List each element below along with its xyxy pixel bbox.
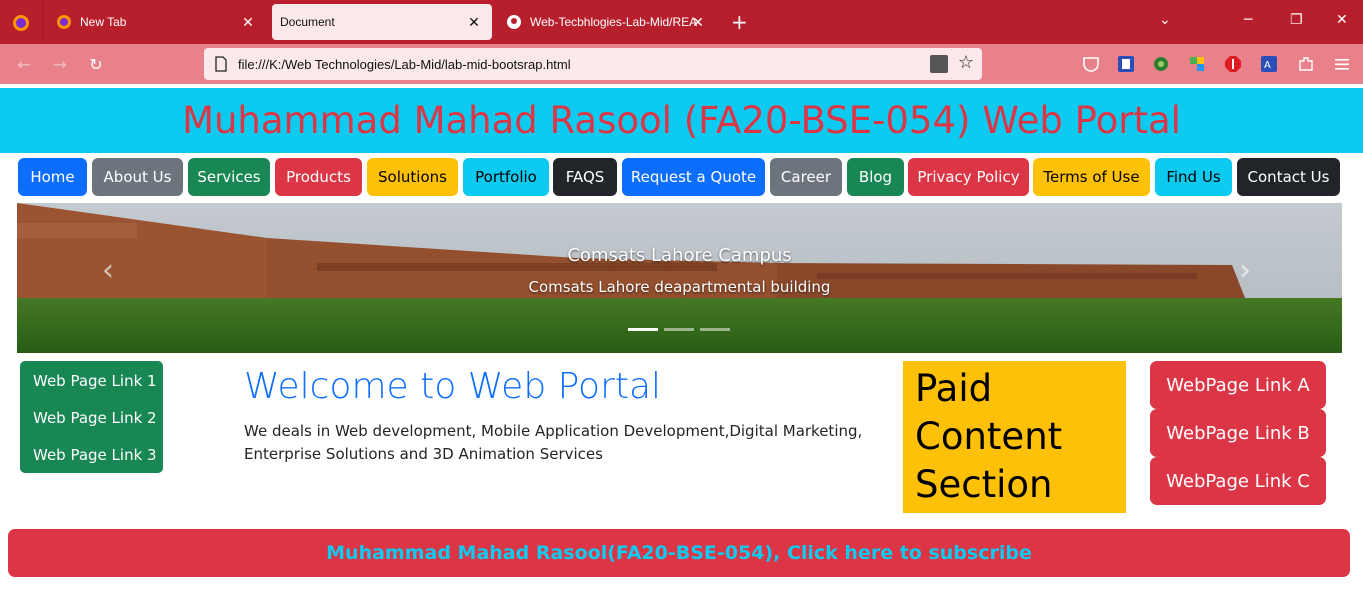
bookmark-star-icon[interactable]: ☆ [958,52,974,73]
close-window-icon[interactable]: ✕ [1336,12,1348,28]
webpage-link-a-button[interactable]: WebPage Link A [1150,361,1326,409]
pocket-icon[interactable] [1082,55,1100,73]
minimize-icon[interactable]: ─ [1244,12,1252,28]
web-page-link-1[interactable]: Web Page Link 1 [33,372,157,390]
back-icon[interactable]: ← [14,54,34,74]
tab-document[interactable]: Document ✕ [272,4,492,40]
page-icon [214,56,228,72]
nav-label: Request a Quote [630,168,757,186]
carousel-indicator[interactable] [700,328,730,331]
tab-title: New Tab [80,15,127,29]
extensions-icon[interactable] [1297,55,1315,73]
web-page-link-2[interactable]: Web Page Link 2 [33,409,157,427]
nav-products-button[interactable]: Products [275,158,362,196]
nav-services-button[interactable]: Services [188,158,270,196]
nav-career-button[interactable]: Career [770,158,842,196]
nav-request-quote-button[interactable]: Request a Quote [622,158,765,196]
side-link-group: Web Page Link 1 Web Page Link 2 Web Page… [20,361,163,473]
nav-home-button[interactable]: Home [18,158,87,196]
nav-terms-button[interactable]: Terms of Use [1033,158,1150,196]
extension-globe-icon[interactable] [1152,55,1170,73]
page-content: Muhammad Mahad Rasool (FA20-BSE-054) Web… [0,88,1363,615]
nav-label: Portfolio [475,168,537,186]
firefox-icon [56,14,72,30]
webpage-link-b-button[interactable]: WebPage Link B [1150,409,1326,457]
menu-icon[interactable] [1333,55,1351,73]
adblock-icon[interactable] [1224,55,1242,73]
translate-icon[interactable] [930,55,948,73]
nav-faqs-button[interactable]: FAQS [553,158,617,196]
nav-privacy-policy-button[interactable]: Privacy Policy [908,158,1029,196]
close-tab-icon[interactable]: ✕ [466,14,482,30]
nav-contact-us-button[interactable]: Contact Us [1237,158,1340,196]
nav-label: Blog [858,168,893,186]
nav-label: About Us [103,168,172,186]
url-text[interactable]: file:///K:/Web Technologies/Lab-Mid/lab-… [238,57,571,72]
paid-line: Section [915,463,1053,506]
nav-blog-button[interactable]: Blog [847,158,904,196]
welcome-heading: Welcome to Web Portal [244,366,662,407]
carousel-indicator[interactable] [628,328,658,331]
nav-solutions-button[interactable]: Solutions [367,158,458,196]
nav-label: Privacy Policy [917,168,1020,186]
carousel-indicator[interactable] [664,328,694,331]
list-all-tabs-icon[interactable]: ⌄ [1159,12,1171,28]
tab-new-tab[interactable]: New Tab ✕ [48,4,266,40]
nav-portfolio-button[interactable]: Portfolio [463,158,549,196]
nav-label: Products [286,168,351,186]
image-carousel: ‹ › Comsats Lahore Campus Comsats Lahore… [17,203,1342,353]
restore-icon[interactable]: ❐ [1290,12,1303,28]
svg-text:A: A [1264,60,1271,71]
nav-label: Find Us [1166,168,1221,186]
browser-tab-bar: New Tab ✕ Document ✕ Web-Tecbhlogies-Lab… [0,0,1363,44]
paid-line: Paid [915,367,993,410]
subscribe-button[interactable]: Muhammad Mahad Rasool(FA20-BSE-054), Cli… [8,529,1350,577]
welcome-description: We deals in Web development, Mobile Appl… [244,422,863,463]
translator-icon[interactable]: A [1260,55,1278,73]
close-tab-icon[interactable]: ✕ [690,14,706,30]
page-title: Muhammad Mahad Rasool (FA20-BSE-054) Web… [182,99,1181,142]
nav-about-us-button[interactable]: About Us [92,158,183,196]
forward-icon[interactable]: → [50,54,70,74]
extension-shield-icon[interactable] [1117,55,1135,73]
nav-label: FAQS [565,168,605,186]
nav-label: Terms of Use [1043,168,1140,186]
close-tab-icon[interactable]: ✕ [240,14,256,30]
webpage-link-c-button[interactable]: WebPage Link C [1150,457,1326,505]
page-header: Muhammad Mahad Rasool (FA20-BSE-054) Web… [0,88,1363,153]
tab-title: Document [280,15,335,29]
new-tab-button[interactable]: + [731,10,748,34]
github-icon [506,14,522,30]
reload-icon[interactable]: ↻ [86,54,106,74]
nav-label: Home [30,168,75,186]
url-bar[interactable]: file:///K:/Web Technologies/Lab-Mid/lab-… [204,48,982,80]
nav-label: Solutions [378,168,447,186]
extension-puzzle-color-icon[interactable] [1188,55,1206,73]
nav-find-us-button[interactable]: Find Us [1155,158,1232,196]
carousel-title: Comsats Lahore Campus [567,245,792,266]
browser-toolbar: ← → ↻ file:///K:/Web Technologies/Lab-Mi… [0,44,1363,84]
tab-github[interactable]: Web-Tecbhlogies-Lab-Mid/REA ✕ [498,4,716,40]
web-page-link-3[interactable]: Web Page Link 3 [33,446,157,464]
nav-label: Contact Us [1247,168,1330,186]
paid-line: Content [915,415,1063,458]
nav-label: Career [780,168,832,186]
firefox-view-icon[interactable] [12,14,30,32]
tab-divider [42,0,43,44]
paid-content-section: Paid Content Section [903,361,1126,513]
carousel-subtitle: Comsats Lahore deapartmental building [528,278,831,296]
nav-label: Services [197,168,261,186]
tab-title: Web-Tecbhlogies-Lab-Mid/REA [530,15,698,29]
